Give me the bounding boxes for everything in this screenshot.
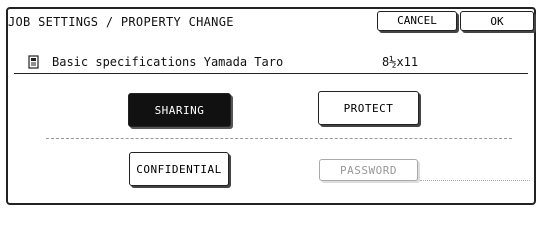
property-change-panel — [6, 7, 536, 205]
ok-label: OK — [490, 14, 504, 28]
confidential-label: CONFIDENTIAL — [136, 162, 222, 176]
password-underline — [420, 180, 530, 181]
sharing-button[interactable]: SHARING — [128, 93, 231, 127]
paper-size: 8½x11 — [382, 55, 419, 69]
protect-label: PROTECT — [343, 101, 394, 115]
page-title: JOB SETTINGS / PROPERTY CHANGE — [8, 15, 234, 29]
section-divider — [46, 138, 512, 139]
password-label: PASSWORD — [340, 163, 397, 177]
password-button[interactable]: PASSWORD — [319, 159, 418, 181]
document-icon — [28, 55, 40, 69]
sharing-label: SHARING — [154, 103, 205, 117]
confidential-button[interactable]: CONFIDENTIAL — [129, 152, 229, 186]
cancel-button[interactable]: CANCEL — [377, 11, 457, 31]
job-name: Basic specifications Yamada Taro — [52, 55, 284, 69]
protect-button[interactable]: PROTECT — [318, 91, 419, 125]
job-info-row: Basic specifications Yamada Taro 8½x11 — [14, 52, 528, 74]
cancel-label: CANCEL — [397, 14, 437, 27]
ok-button[interactable]: OK — [460, 11, 534, 31]
